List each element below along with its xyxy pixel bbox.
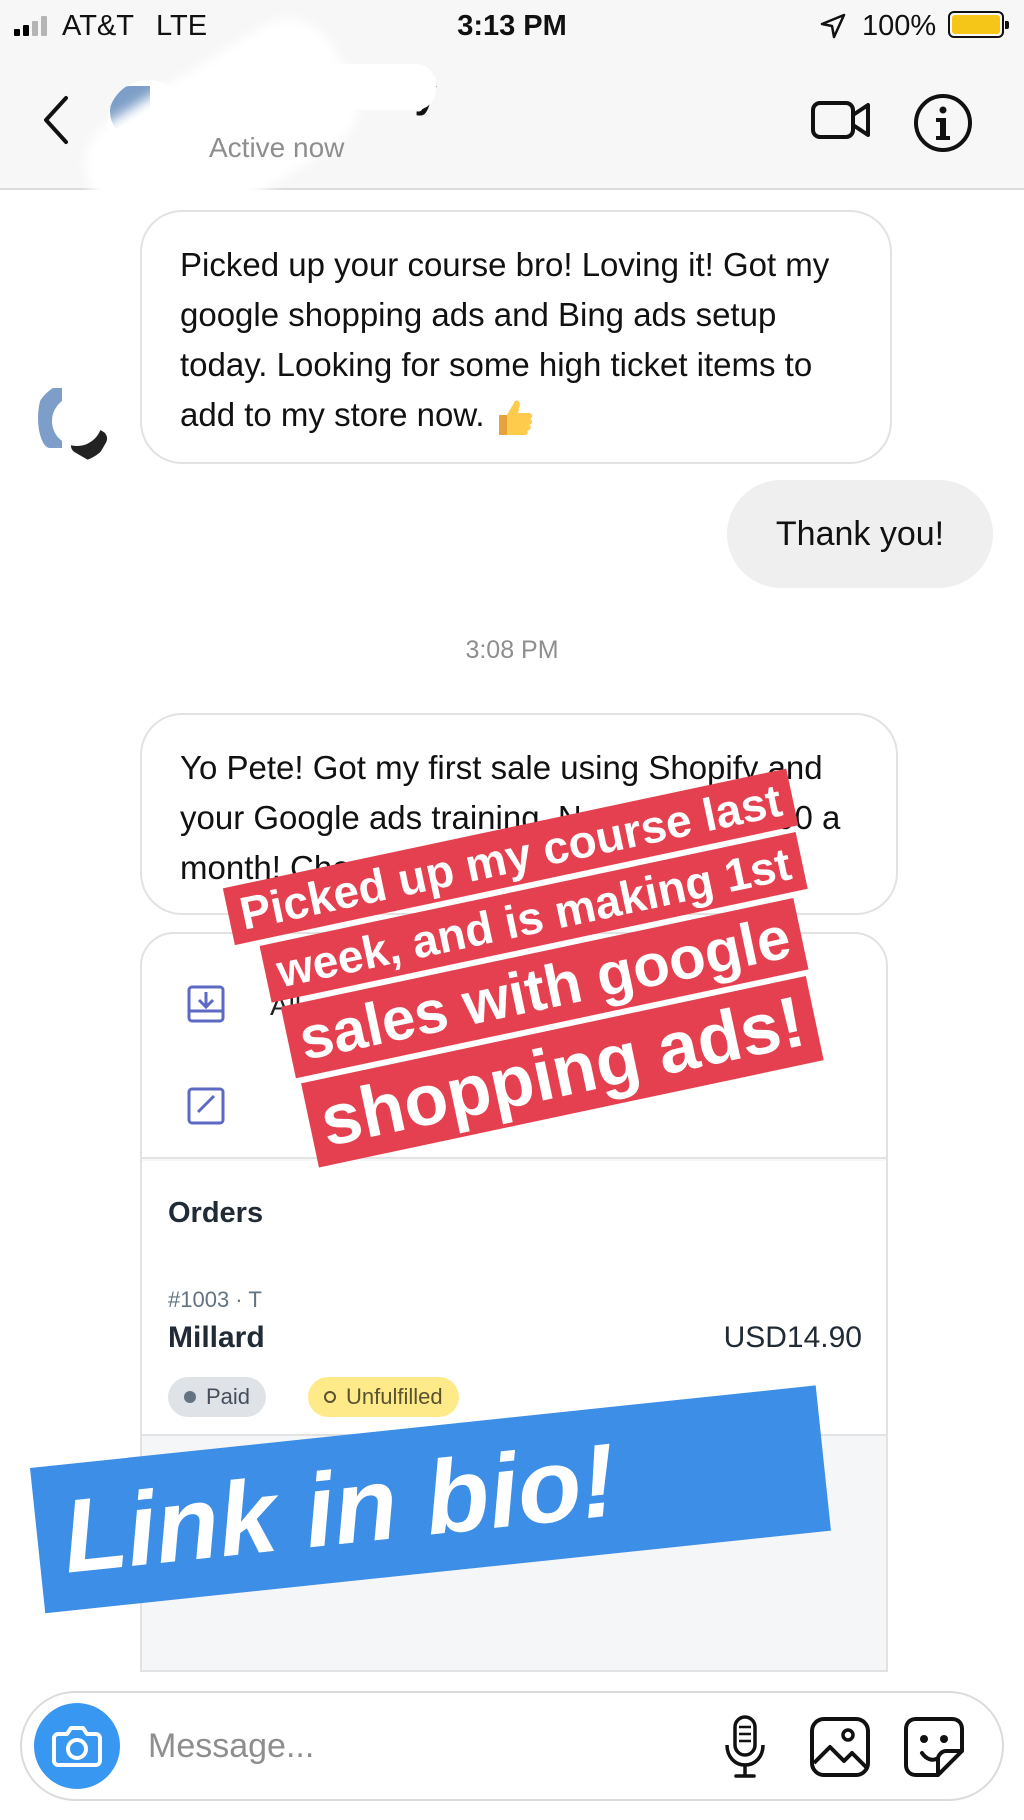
battery-percent: 100%	[862, 10, 937, 42]
message-timestamp: 3:08 PM	[465, 636, 559, 664]
sender-avatar[interactable]	[34, 382, 114, 462]
outgoing-message[interactable]: Thank you!	[727, 480, 993, 588]
sticker-icon[interactable]	[902, 1715, 966, 1779]
thumbs-up-icon	[498, 400, 532, 436]
location-arrow-icon	[820, 13, 846, 39]
order-total: USD14.90	[723, 1321, 862, 1354]
info-icon[interactable]	[912, 92, 974, 154]
message-input[interactable]	[148, 1715, 618, 1777]
unfulfilled-badge: Unfulfilled	[308, 1377, 459, 1417]
download-icon	[187, 985, 225, 1023]
chat-header: airbrushkey Active now	[0, 14, 1024, 254]
message-composer	[20, 1691, 1004, 1801]
battery-icon	[948, 11, 1009, 38]
edit-icon	[187, 1087, 225, 1125]
customer-name: Millard	[168, 1321, 265, 1354]
status-bar: AT&T LTE 3:13 PM 100%	[0, 0, 1024, 52]
camera-icon	[52, 1726, 102, 1767]
paid-badge: Paid	[168, 1377, 267, 1417]
back-chevron-icon[interactable]	[38, 92, 74, 148]
active-status: Active now	[209, 132, 345, 163]
gallery-icon[interactable]	[808, 1715, 872, 1779]
microphone-icon[interactable]	[720, 1713, 770, 1781]
video-call-icon[interactable]	[810, 92, 872, 148]
camera-button[interactable]	[34, 1703, 120, 1789]
order-number: #1003 · T	[168, 1287, 262, 1312]
orders-title: Orders	[168, 1197, 264, 1229]
incoming-message[interactable]: Picked up your course bro! Loving it! Go…	[140, 210, 892, 464]
